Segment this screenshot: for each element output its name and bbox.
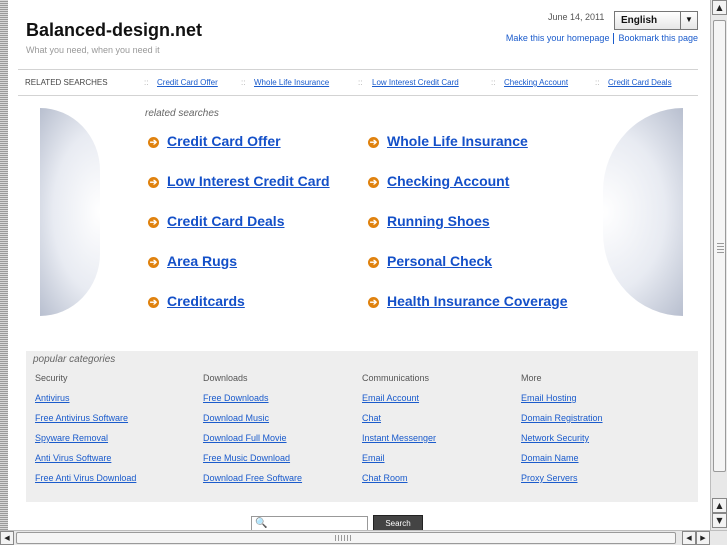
category-link[interactable]: Antivirus: [35, 393, 70, 403]
arrow-bullet-icon: ➔: [148, 176, 159, 188]
related-item[interactable]: ➔ Personal Check: [368, 253, 492, 269]
make-homepage-link[interactable]: Make this your homepage: [506, 33, 610, 43]
site-title[interactable]: Balanced-design.net: [26, 20, 202, 41]
category-link[interactable]: Email Hosting: [521, 393, 577, 403]
separator: ::: [358, 78, 363, 87]
category-title: Security: [35, 373, 68, 383]
related-item[interactable]: ➔ Whole Life Insurance: [368, 133, 528, 149]
related-link[interactable]: Checking Account: [387, 173, 509, 189]
related-link[interactable]: Credit Card Offer: [167, 133, 281, 149]
arrow-bullet-icon: ➔: [148, 256, 159, 268]
related-link[interactable]: Credit Card Deals: [167, 213, 284, 229]
popular-categories-panel: popular categories Security Antivirus Fr…: [26, 351, 698, 502]
grip-icon: [335, 535, 351, 541]
related-heading: related searches: [145, 108, 219, 119]
popular-heading: popular categories: [33, 354, 116, 365]
category-link[interactable]: Network Security: [521, 433, 589, 443]
separator: ::: [241, 78, 246, 87]
arrow-bullet-icon: ➔: [368, 176, 379, 188]
vertical-scrollbar[interactable]: ▲ ▲ ▼: [710, 0, 727, 530]
category-link[interactable]: Spyware Removal: [35, 433, 108, 443]
separator: ::: [595, 78, 600, 87]
related-link[interactable]: Area Rugs: [167, 253, 237, 269]
category-title: Downloads: [203, 373, 248, 383]
related-item[interactable]: ➔ Credit Card Deals: [148, 213, 284, 229]
category-link[interactable]: Free Music Download: [203, 453, 290, 463]
arrow-bullet-icon: ➔: [148, 216, 159, 228]
related-bar-link[interactable]: Credit Card Offer: [157, 78, 218, 87]
category-link[interactable]: Chat: [362, 413, 381, 423]
related-link[interactable]: Health Insurance Coverage: [387, 293, 568, 309]
related-bar-link[interactable]: Low Interest Credit Card: [372, 78, 459, 87]
related-bar-link[interactable]: Checking Account: [504, 78, 568, 87]
scroll-up-icon[interactable]: ▲: [712, 0, 727, 15]
related-link[interactable]: Creditcards: [167, 293, 245, 309]
category-link[interactable]: Email: [362, 453, 385, 463]
category-link[interactable]: Free Downloads: [203, 393, 269, 403]
decorative-arc-left: [40, 108, 100, 316]
related-item[interactable]: ➔ Running Shoes: [368, 213, 490, 229]
category-link[interactable]: Email Account: [362, 393, 419, 403]
scroll-left-icon[interactable]: ◀: [0, 531, 14, 545]
scroll-left-icon[interactable]: ◀: [682, 531, 696, 545]
arrow-bullet-icon: ➔: [148, 296, 159, 308]
category-link[interactable]: Proxy Servers: [521, 473, 578, 483]
language-select[interactable]: English ▼: [614, 11, 698, 30]
arrow-bullet-icon: ➔: [368, 296, 379, 308]
related-link[interactable]: Running Shoes: [387, 213, 490, 229]
category-title: Communications: [362, 373, 430, 383]
related-item[interactable]: ➔ Credit Card Offer: [148, 133, 281, 149]
vertical-scroll-thumb[interactable]: [713, 20, 726, 472]
category-link[interactable]: Download Free Software: [203, 473, 302, 483]
arrow-bullet-icon: ➔: [148, 136, 159, 148]
category-link[interactable]: Instant Messenger: [362, 433, 436, 443]
link-divider: [613, 33, 615, 45]
category-link[interactable]: Domain Registration: [521, 413, 603, 423]
related-bar-label: RELATED SEARCHES: [25, 78, 108, 87]
arrow-bullet-icon: ➔: [368, 136, 379, 148]
related-bar-link[interactable]: Whole Life Insurance: [254, 78, 329, 87]
related-link[interactable]: Personal Check: [387, 253, 492, 269]
category-link[interactable]: Anti Virus Software: [35, 453, 111, 463]
category-link[interactable]: Domain Name: [521, 453, 579, 463]
scroll-down-icon[interactable]: ▼: [712, 513, 727, 528]
scroll-up-icon[interactable]: ▲: [712, 498, 727, 513]
arrow-bullet-icon: ➔: [368, 216, 379, 228]
language-value: English: [621, 15, 658, 26]
category-link[interactable]: Chat Room: [362, 473, 408, 483]
bookmark-link[interactable]: Bookmark this page: [618, 33, 698, 43]
top-links: Make this your homepage Bookmark this pag…: [506, 33, 698, 45]
horizontal-scrollbar[interactable]: ◀ ◀ ▶: [0, 530, 727, 545]
related-searches-bar: RELATED SEARCHES :: Credit Card Offer ::…: [18, 69, 698, 96]
related-item[interactable]: ➔ Creditcards: [148, 293, 245, 309]
date-label: June 14, 2011: [548, 12, 605, 22]
separator: ::: [144, 78, 149, 87]
related-item[interactable]: ➔ Health Insurance Coverage: [368, 293, 568, 309]
category-link[interactable]: Download Music: [203, 413, 269, 423]
horizontal-scroll-thumb[interactable]: [16, 532, 676, 544]
decorative-arc-right: [603, 108, 683, 316]
related-item[interactable]: ➔ Area Rugs: [148, 253, 237, 269]
category-link[interactable]: Download Full Movie: [203, 433, 287, 443]
left-edge-strip: [0, 0, 8, 530]
separator: ::: [491, 78, 496, 87]
arrow-bullet-icon: ➔: [368, 256, 379, 268]
search-icon: 🔍: [255, 518, 268, 529]
category-link[interactable]: Free Antivirus Software: [35, 413, 128, 423]
chevron-down-icon[interactable]: ▼: [680, 12, 697, 29]
category-link[interactable]: Free Anti Virus Download: [35, 473, 136, 483]
related-link[interactable]: Low Interest Credit Card: [167, 173, 330, 189]
scroll-right-icon[interactable]: ▶: [696, 531, 710, 545]
related-bar-link[interactable]: Credit Card Deals: [608, 78, 672, 87]
tagline: What you need, when you need it: [26, 45, 160, 55]
related-item[interactable]: ➔ Checking Account: [368, 173, 509, 189]
related-item[interactable]: ➔ Low Interest Credit Card: [148, 173, 330, 189]
category-title: More: [521, 373, 542, 383]
grip-icon: [717, 241, 724, 253]
related-link[interactable]: Whole Life Insurance: [387, 133, 528, 149]
